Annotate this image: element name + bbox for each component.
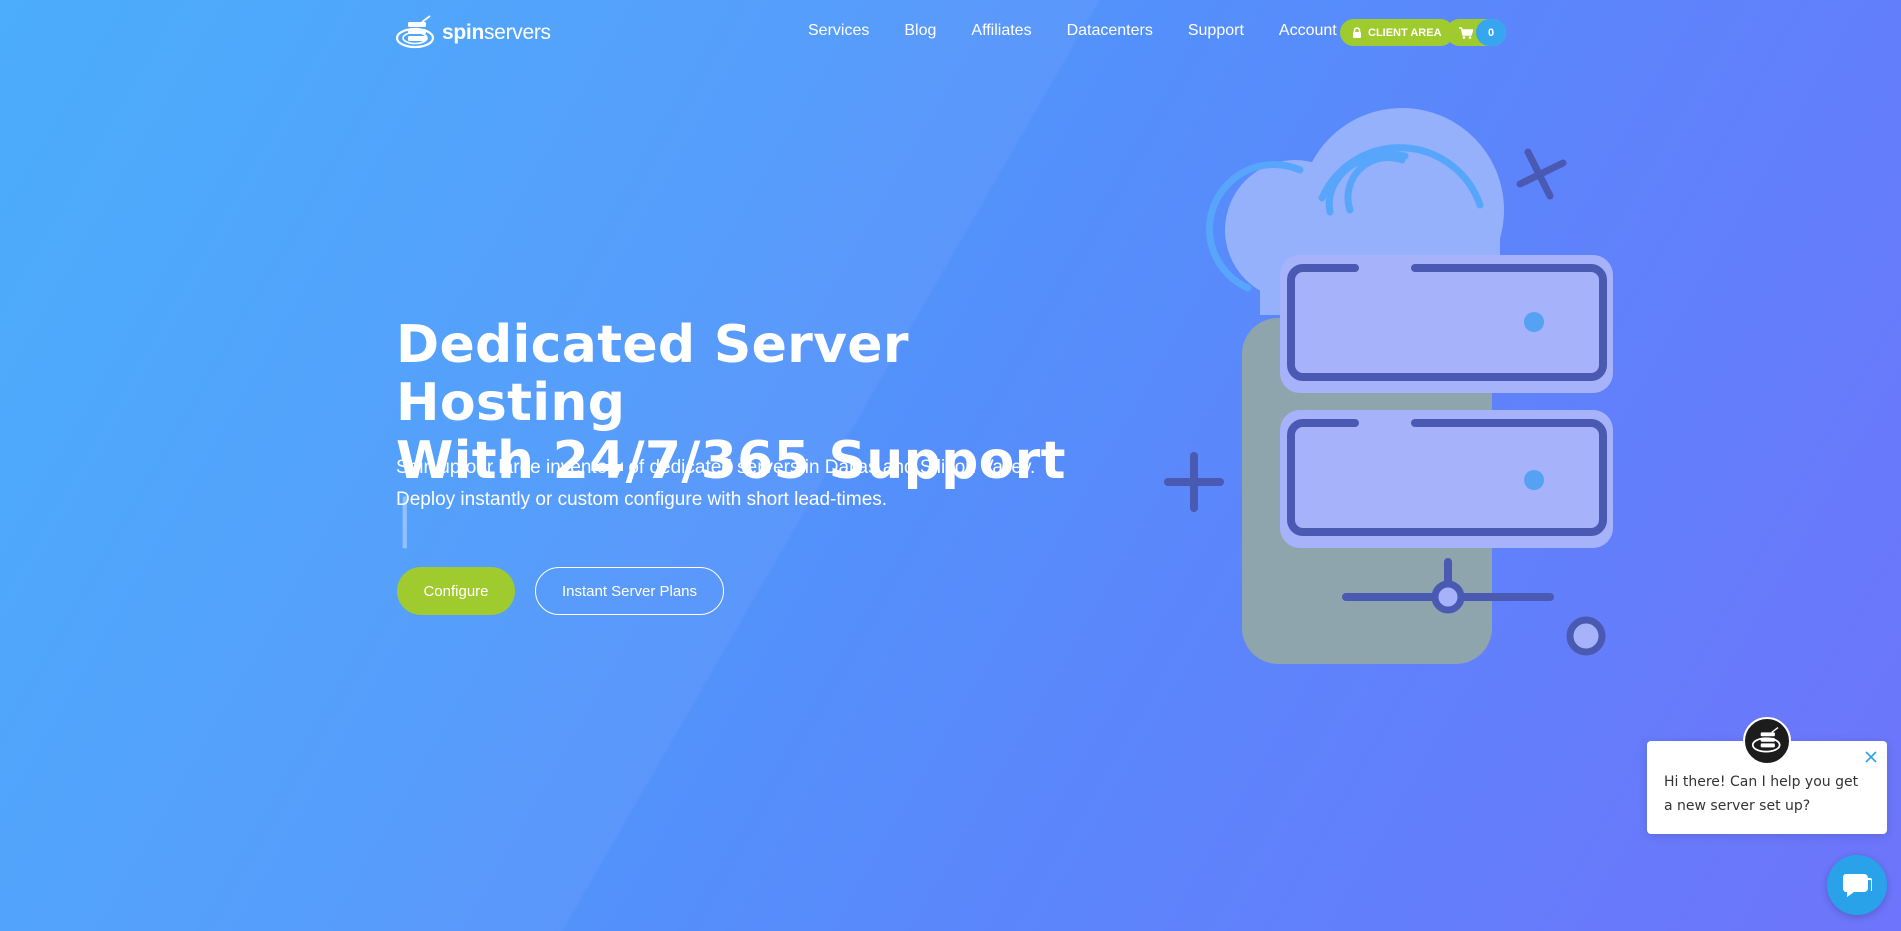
server-unit-top [1280,255,1613,393]
chat-message: Hi there! Can I help you get a new serve… [1664,774,1859,814]
nav-support[interactable]: Support [1188,22,1244,40]
close-icon[interactable] [1864,750,1878,764]
chat-bubble-icon [1843,874,1872,897]
site-header: spinservers Services Blog Affiliates Dat… [0,0,1901,66]
logo-wordmark: spinservers [442,21,551,44]
hero-subtitle-line2: Deploy instantly or custom configure wit… [396,489,888,510]
nav-services[interactable]: Services [808,22,869,40]
server-unit-bottom [1280,410,1613,548]
hero-subtitle-line1: Spin up our large inventory of dedicated… [396,457,1036,478]
client-area-label: CLIENT AREA [1368,26,1442,39]
circle-decoration [1566,616,1606,656]
hero-title-line1: Dedicated Server Hosting [396,315,909,433]
hero-subtitle: Spin up our large inventory of dedicated… [396,452,1096,516]
configure-button[interactable]: Configure [397,567,515,615]
nav-affiliates[interactable]: Affiliates [971,22,1031,40]
chat-launcher-button[interactable] [1827,855,1887,915]
lock-icon [1353,27,1361,38]
instant-server-plans-button[interactable]: Instant Server Plans [535,567,724,615]
main-nav: Services Blog Affiliates Datacenters Sup… [808,22,1372,40]
x-mark-decoration [1516,148,1567,200]
nav-blog[interactable]: Blog [904,22,936,40]
cart-button[interactable]: 0 [1446,19,1506,46]
site-logo[interactable]: spinservers [396,14,551,52]
server-cloud-illustration [1164,108,1613,664]
spinservers-logo-icon [396,15,435,49]
chat-agent-avatar [1743,717,1791,765]
spinservers-avatar-icon [1751,727,1781,753]
cart-icon [1459,26,1473,39]
cart-count-badge: 0 [1476,19,1506,46]
client-area-button[interactable]: CLIENT AREA [1340,19,1454,46]
plus-mark-decoration [1164,452,1224,512]
nav-account[interactable]: Account [1279,22,1337,40]
nav-datacenters[interactable]: Datacenters [1067,22,1153,40]
